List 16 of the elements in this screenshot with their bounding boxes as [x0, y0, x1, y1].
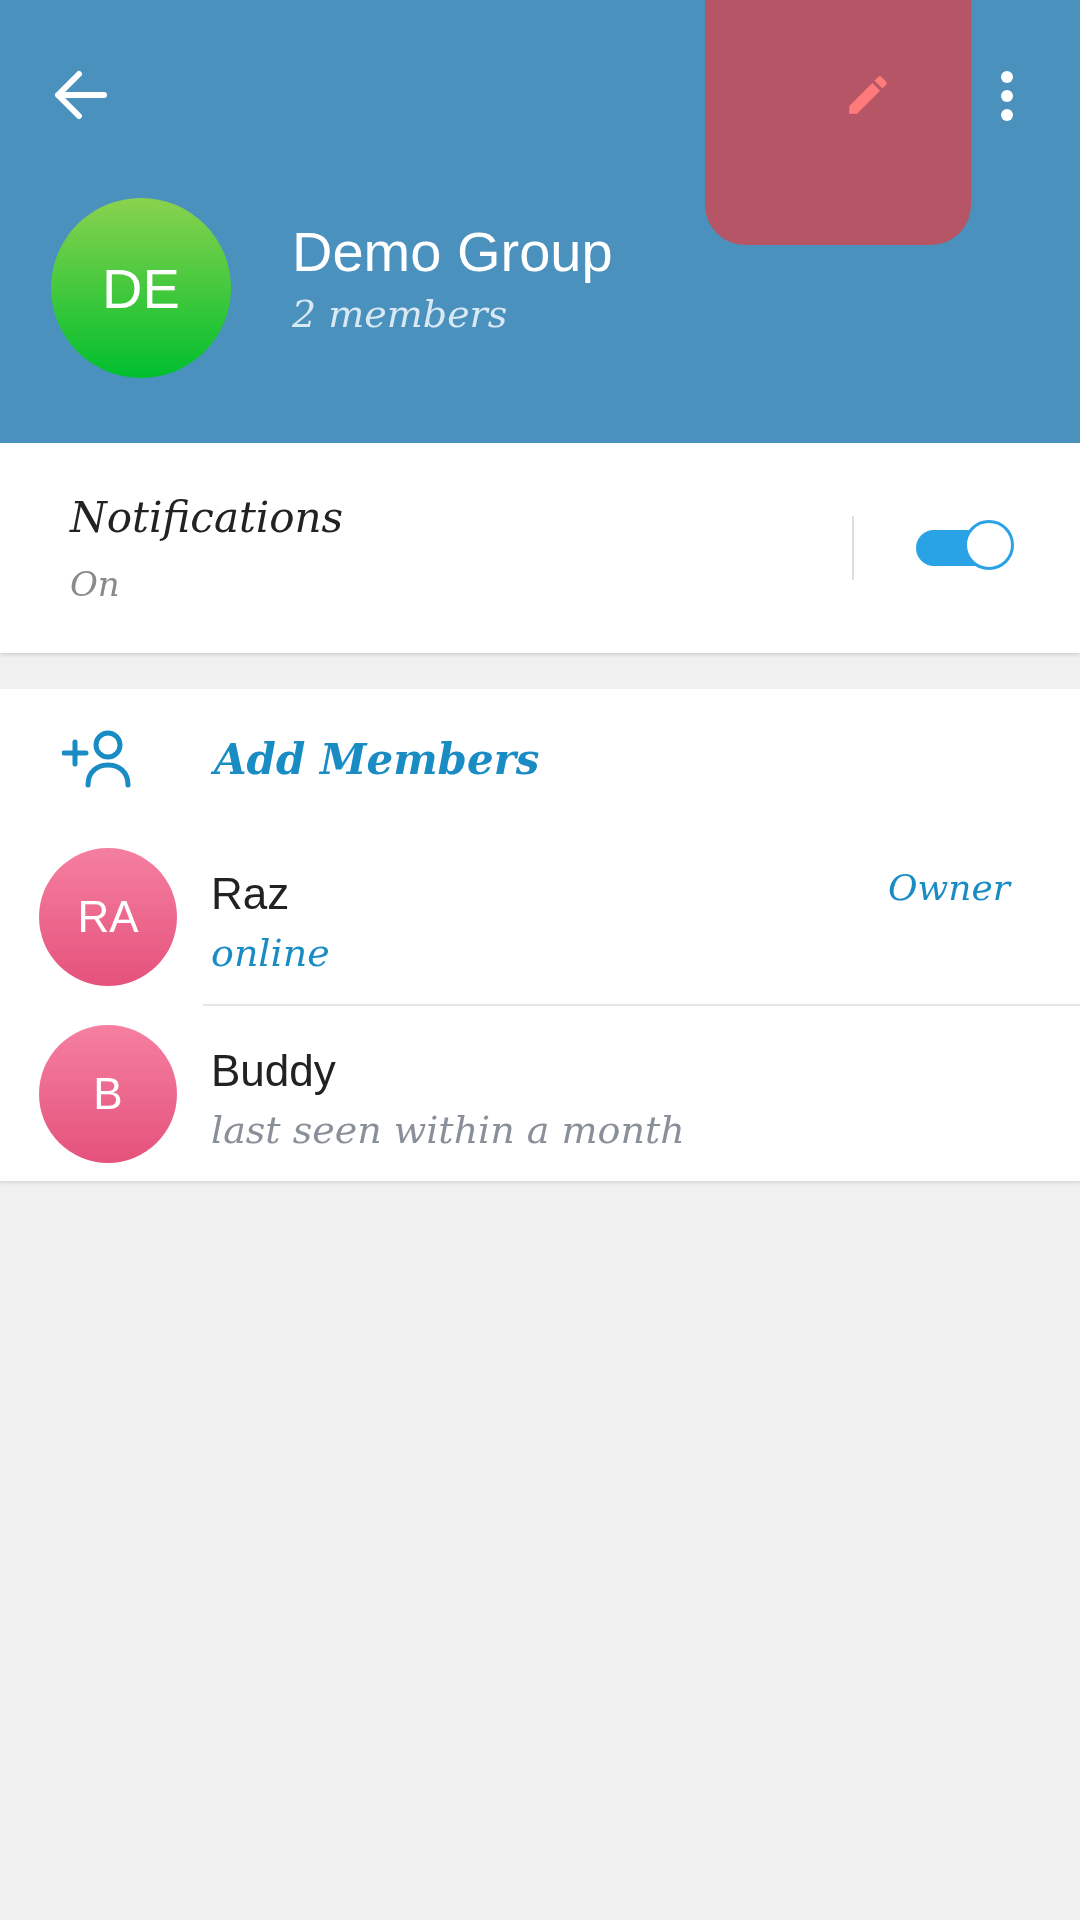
add-members-button[interactable]: Add Members: [0, 689, 1080, 829]
group-title: Demo Group: [292, 220, 613, 284]
member-name: Raz: [211, 868, 290, 919]
notifications-status: On: [70, 563, 121, 604]
member-role: Owner: [887, 867, 1010, 908]
member-status: online: [211, 930, 331, 975]
group-avatar: DE: [51, 198, 231, 378]
member-avatar: B: [39, 1024, 177, 1163]
member-avatar: RA: [39, 847, 177, 986]
member-name: Buddy: [211, 1045, 336, 1096]
member-row[interactable]: B Buddy last seen within a month: [0, 1006, 1080, 1181]
member-count: 2 members: [292, 292, 509, 336]
member-row[interactable]: RA Raz online Owner: [0, 829, 1080, 1004]
notifications-label: Notifications: [70, 492, 345, 542]
back-icon[interactable]: [52, 70, 108, 120]
member-status: last seen within a month: [211, 1107, 686, 1152]
